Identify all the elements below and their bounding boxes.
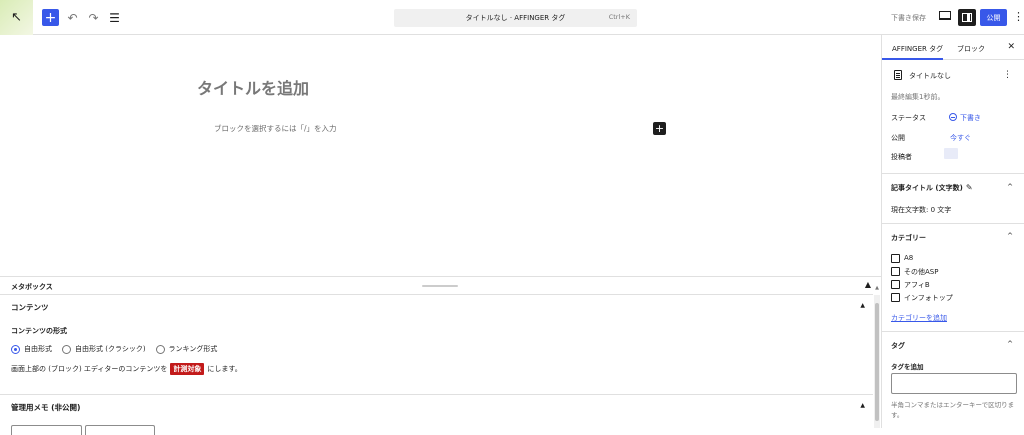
pencil-icon: ✎	[965, 183, 973, 192]
divider	[882, 223, 1024, 224]
category-checkbox[interactable]	[891, 280, 900, 289]
chevron-up-icon[interactable]: ^	[1007, 183, 1013, 191]
categories-heading[interactable]: カテゴリー	[891, 233, 926, 243]
plus-icon: +	[654, 122, 665, 135]
metabox-header[interactable]: メタボックス	[11, 282, 53, 292]
add-category-link[interactable]: カテゴリーを追加	[891, 313, 947, 323]
preview-desktop-icon[interactable]	[939, 11, 951, 20]
tag-hint: 半角コンマまたはエンターキーで区切ります。	[891, 401, 1015, 419]
radio-ranking[interactable]	[155, 344, 165, 354]
radio-free-classic[interactable]	[62, 344, 71, 354]
memo-tab-button[interactable]	[85, 425, 155, 435]
redo-icon: ↷	[88, 10, 99, 25]
tag-add-label: タグを追加	[891, 363, 924, 371]
chevron-up-icon[interactable]: ▲	[860, 402, 865, 409]
divider	[882, 173, 1024, 174]
category-label: インフォトップ	[904, 294, 953, 302]
category-label: アフィB	[904, 281, 930, 289]
chevron-up-icon[interactable]: ▲	[865, 280, 871, 289]
close-icon[interactable]: ✕	[1007, 42, 1015, 52]
author-select[interactable]	[944, 148, 958, 159]
undo-icon: ↶	[67, 10, 78, 25]
last-edited: 最終編集1秒前。	[891, 93, 945, 101]
category-checkbox[interactable]	[891, 267, 900, 276]
author-label: 投稿者	[891, 153, 912, 161]
block-inserter-toggle[interactable]: +	[42, 9, 59, 26]
radio-label: ランキング形式	[168, 345, 218, 353]
title-count-heading[interactable]: 記事タイトル (文字数) ✎	[891, 183, 973, 193]
document-icon	[894, 70, 902, 80]
undo-button[interactable]: ↶	[64, 9, 81, 26]
settings-sidebar: AFFINGER タグ ブロック ✕ タイトルなし ⋮ 最終編集1秒前。 ステー…	[881, 35, 1024, 428]
active-tab-indicator	[882, 58, 943, 60]
memo-tab-button[interactable]	[11, 425, 82, 435]
sidebar-tabs: AFFINGER タグ ブロック ✕	[882, 35, 1024, 60]
chevron-up-icon[interactable]: ^	[1007, 232, 1013, 240]
scrollbar-thumb[interactable]	[875, 303, 879, 421]
draft-status-icon	[949, 113, 957, 121]
category-checkbox[interactable]	[891, 293, 900, 302]
plus-icon: +	[44, 9, 57, 26]
document-overview-button[interactable]: ☰	[106, 9, 123, 26]
category-label: A8	[904, 254, 914, 262]
content-format-options: 自由形式 自由形式 (クラシック) ランキング形式	[11, 344, 227, 354]
document-title: タイトルなし · AFFINGER タグ	[465, 14, 566, 22]
radio-free-format[interactable]	[11, 344, 20, 354]
block-placeholder[interactable]: ブロックを選択するには「/」を入力	[214, 123, 337, 134]
note-text: にします。	[207, 365, 242, 373]
arrow-icon: ↖	[11, 10, 22, 25]
tab-post[interactable]: AFFINGER タグ	[892, 44, 943, 54]
publish-date-button[interactable]: 今すぐ	[950, 133, 971, 143]
status-value: 下書き	[960, 114, 981, 122]
inline-inserter-button[interactable]: +	[653, 122, 666, 135]
divider	[0, 294, 873, 295]
chevron-up-icon[interactable]: ▲	[860, 302, 865, 309]
redo-button[interactable]: ↷	[85, 9, 102, 26]
post-name: タイトルなし	[909, 72, 951, 80]
list-view-icon: ☰	[109, 10, 120, 25]
options-menu-icon[interactable]: ⋮	[1013, 10, 1024, 23]
status-label: ステータス	[891, 114, 926, 122]
title-count-value: 現在文字数: 0 文字	[891, 206, 952, 214]
divider	[882, 331, 1024, 332]
back-to-dashboard-button[interactable]: ↖	[0, 0, 33, 35]
editor-canvas: タイトルを追加 ブロックを選択するには「/」を入力 +	[0, 35, 881, 276]
metabox-scrollbar[interactable]	[874, 295, 880, 428]
settings-toggle-button[interactable]	[958, 9, 976, 26]
chevron-up-icon[interactable]: ^	[1007, 340, 1013, 348]
heading-text: 記事タイトル (文字数)	[891, 184, 963, 192]
contents-panel-title[interactable]: コンテンツ	[11, 302, 49, 313]
resize-handle[interactable]	[422, 285, 458, 287]
editor-top-bar: ↖ + ↶ ↷ ☰ タイトルなし · AFFINGER タグ Ctrl+K 下書…	[0, 0, 1024, 35]
memo-panel-title[interactable]: 管理用メモ (非公開)	[11, 402, 80, 413]
save-draft-button[interactable]: 下書き保存	[891, 13, 926, 23]
command-palette-bar[interactable]: タイトルなし · AFFINGER タグ Ctrl+K	[394, 9, 637, 27]
category-label: その他ASP	[904, 268, 939, 276]
radio-label: 自由形式	[24, 345, 52, 353]
measure-target-badge: 計測対象	[170, 363, 205, 375]
content-format-label: コンテンツの形式	[11, 327, 67, 335]
publish-label: 公開	[891, 134, 905, 142]
post-title-input[interactable]: タイトルを追加	[197, 75, 309, 99]
sidebar-icon	[962, 13, 972, 22]
publish-button[interactable]: 公開	[980, 9, 1007, 26]
radio-label: 自由形式 (クラシック)	[75, 345, 146, 353]
category-checkbox[interactable]	[891, 254, 900, 263]
divider	[0, 394, 873, 395]
status-button[interactable]: 下書き	[949, 113, 981, 123]
note-text: 画面上部の (ブロック) エディターのコンテンツを	[11, 365, 168, 373]
format-note: 画面上部の (ブロック) エディターのコンテンツを 計測対象 にします。	[11, 363, 242, 375]
tab-block[interactable]: ブロック	[957, 44, 985, 54]
scroll-up-icon[interactable]: ▲	[874, 285, 880, 293]
metabox-area: メタボックス ▲ コンテンツ ▲ コンテンツの形式 自由形式 自由形式 (クラシ…	[0, 276, 881, 435]
tags-heading[interactable]: タグ	[891, 341, 905, 351]
tag-input[interactable]	[891, 373, 1017, 394]
post-actions-icon[interactable]: ⋮	[1003, 70, 1012, 80]
keyboard-shortcut: Ctrl+K	[608, 13, 630, 21]
